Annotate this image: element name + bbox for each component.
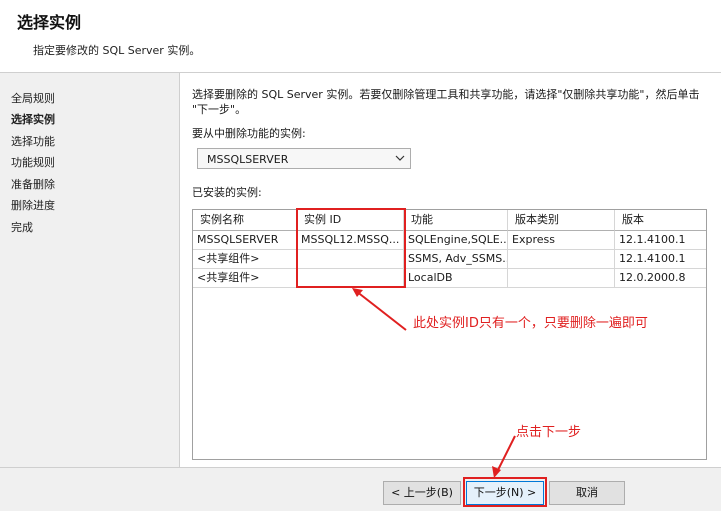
- table-cell[interactable]: [508, 250, 615, 269]
- table-cell[interactable]: MSSQLSERVER: [193, 231, 297, 250]
- table-cell[interactable]: Express: [508, 231, 615, 250]
- next-button-highlight-box: [463, 477, 547, 507]
- instructions-text: 选择要删除的 SQL Server 实例。若要仅删除管理工具和共享功能，请选择"…: [192, 87, 702, 117]
- column-header-version[interactable]: 版本: [615, 210, 706, 231]
- sidebar-item-select-features[interactable]: 选择功能: [11, 133, 55, 149]
- column-header-features[interactable]: 功能: [404, 210, 508, 231]
- main-panel: 选择要删除的 SQL Server 实例。若要仅删除管理工具和共享功能，请选择"…: [180, 73, 721, 467]
- wizard-header: 选择实例 指定要修改的 SQL Server 实例。: [0, 0, 721, 73]
- instructions-line-1: 选择要删除的 SQL Server 实例。若要仅删除管理工具和共享功能，请选择"…: [192, 88, 700, 101]
- table-cell[interactable]: <共享组件>: [193, 269, 297, 288]
- back-button[interactable]: < 上一步(B): [383, 481, 461, 505]
- sidebar-item-select-instance[interactable]: 选择实例: [11, 111, 55, 127]
- table-cell[interactable]: LocalDB: [404, 269, 508, 288]
- table-cell[interactable]: <共享组件>: [193, 250, 297, 269]
- sidebar-item-complete[interactable]: 完成: [11, 219, 33, 235]
- sidebar-item-global-rules[interactable]: 全局规则: [11, 90, 55, 106]
- instance-select-label: 要从中删除功能的实例:: [192, 127, 306, 140]
- table-cell[interactable]: SQLEngine,SQLE...: [404, 231, 508, 250]
- instructions-line-2: "下一步"。: [192, 103, 247, 116]
- sidebar-item-feature-rules[interactable]: 功能规则: [11, 154, 55, 170]
- instance-id-highlight-box: [296, 208, 406, 288]
- wizard-footer: < 上一步(B) 下一步(N) > 取消: [0, 467, 721, 511]
- page-subtitle: 指定要修改的 SQL Server 实例。: [33, 44, 201, 57]
- instance-id-annotation: 此处实例ID只有一个，只要删除一遍即可: [413, 316, 648, 331]
- page-title: 选择实例: [17, 13, 82, 32]
- sidebar-item-ready-to-remove[interactable]: 准备删除: [11, 176, 55, 192]
- next-step-annotation: 点击下一步: [516, 425, 582, 440]
- instance-select[interactable]: MSSQLSERVER: [197, 148, 411, 169]
- instance-select-value: MSSQLSERVER: [207, 153, 289, 166]
- column-header-instance-name[interactable]: 实例名称: [193, 210, 297, 231]
- table-cell[interactable]: 12.1.4100.1: [615, 231, 706, 250]
- table-cell[interactable]: 12.0.2000.8: [615, 269, 706, 288]
- table-cell[interactable]: SSMS, Adv_SSMS...: [404, 250, 508, 269]
- table-cell[interactable]: 12.1.4100.1: [615, 250, 706, 269]
- chevron-down-icon: [395, 155, 405, 161]
- cancel-button[interactable]: 取消: [549, 481, 625, 505]
- table-cell[interactable]: [508, 269, 615, 288]
- installed-instances-table: 实例名称 实例 ID 功能 版本类别 版本 MSSQLSERVER MSSQL1…: [192, 209, 707, 460]
- wizard-steps-sidebar: 全局规则 选择实例 选择功能 功能规则 准备删除 删除进度 完成: [0, 73, 180, 467]
- installed-instances-label: 已安装的实例:: [192, 186, 262, 199]
- sidebar-item-removal-progress[interactable]: 删除进度: [11, 197, 55, 213]
- column-header-edition[interactable]: 版本类别: [508, 210, 615, 231]
